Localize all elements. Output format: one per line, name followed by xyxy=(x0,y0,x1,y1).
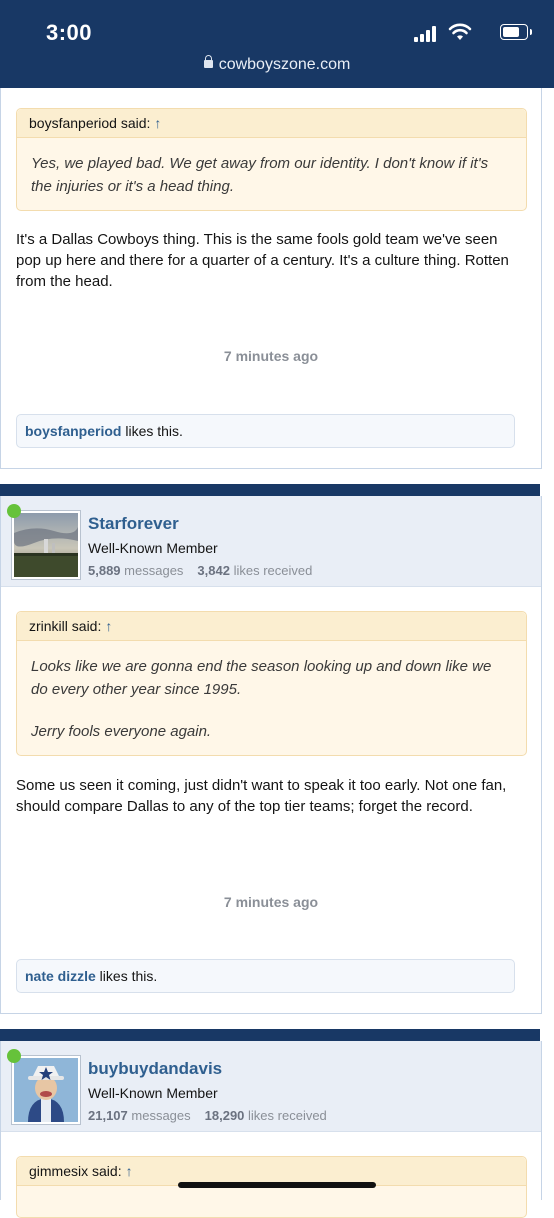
quote-block: boysfanperiod said: ↑ Yes, we played bad.… xyxy=(16,108,527,211)
likes-received-count: 18,290 xyxy=(204,1108,245,1123)
quote-block: zrinkill said: ↑ Looks like we are gonna … xyxy=(16,611,527,756)
quote-author[interactable]: zrinkill said: xyxy=(29,618,101,634)
post-timestamp[interactable]: 7 minutes ago xyxy=(1,894,541,910)
quote-jump-arrow-icon[interactable]: ↑ xyxy=(126,1163,133,1179)
wifi-icon xyxy=(448,23,472,40)
author-stats: 5,889 messages 3,842 likes received xyxy=(88,563,312,578)
avatar-mascot-icon xyxy=(14,1058,78,1122)
author-name[interactable]: Starforever xyxy=(88,514,179,534)
quote-header: boysfanperiod said: ↑ xyxy=(17,109,526,138)
quote-paragraph: Jerry fools everyone again. xyxy=(31,723,212,740)
online-status-icon xyxy=(7,504,21,518)
avatar-landscape-icon xyxy=(14,513,78,577)
liker-link[interactable]: boysfanperiod xyxy=(25,423,121,439)
quote-header: zrinkill said: ↑ xyxy=(17,612,526,641)
post-separator xyxy=(0,484,540,496)
messages-count: 21,107 xyxy=(88,1108,128,1123)
online-status-icon xyxy=(7,1049,21,1063)
avatar[interactable] xyxy=(11,1055,81,1125)
quote-text: Yes, we played bad. We get away from our… xyxy=(17,138,526,210)
lock-icon xyxy=(203,55,213,68)
messages-label: messages xyxy=(131,1108,191,1123)
quote-author[interactable]: boysfanperiod said: xyxy=(29,115,150,131)
post-divider xyxy=(1,1013,541,1014)
quote-text: Looks like we are gonna end the season l… xyxy=(17,641,526,755)
post-3: buybuydandavis Well-Known Member 21,107 … xyxy=(0,1041,542,1218)
browser-header: 3:00 cowboyszone.com xyxy=(0,0,554,88)
post-1: boysfanperiod said: ↑ Yes, we played bad.… xyxy=(0,88,542,469)
messages-count: 5,889 xyxy=(88,563,121,578)
author-title: Well-Known Member xyxy=(88,1085,218,1101)
quote-jump-arrow-icon[interactable]: ↑ xyxy=(105,618,112,634)
quote-jump-arrow-icon[interactable]: ↑ xyxy=(154,115,161,131)
liker-link[interactable]: nate dizzle xyxy=(25,968,96,984)
author-block: buybuydandavis Well-Known Member 21,107 … xyxy=(1,1041,541,1132)
post-body: Some us seen it coming, just didn't want… xyxy=(16,777,507,815)
url-text: cowboyszone.com xyxy=(218,56,351,73)
home-indicator[interactable] xyxy=(178,1182,376,1188)
author-block: Starforever Well-Known Member 5,889 mess… xyxy=(1,496,541,587)
author-name[interactable]: buybuydandavis xyxy=(88,1059,222,1079)
likes-suffix: likes this. xyxy=(95,968,158,984)
likes-received-count: 3,842 xyxy=(197,563,230,578)
post-separator xyxy=(0,1029,540,1041)
likes-summary: boysfanperiod likes this. xyxy=(16,414,515,448)
cellular-signal-icon xyxy=(414,26,440,42)
post-body: It's a Dallas Cowboys thing. This is the… xyxy=(16,231,509,290)
messages-label: messages xyxy=(124,563,184,578)
author-title: Well-Known Member xyxy=(88,540,218,556)
likes-summary: nate dizzle likes this. xyxy=(16,959,515,993)
quote-paragraph: Looks like we are gonna end the season l… xyxy=(31,658,492,698)
author-stats: 21,107 messages 18,290 likes received xyxy=(88,1108,327,1123)
likes-suffix: likes this. xyxy=(121,423,183,439)
post-divider xyxy=(1,468,541,469)
url-bar[interactable]: cowboyszone.com xyxy=(0,55,554,74)
battery-icon xyxy=(500,24,532,40)
avatar[interactable] xyxy=(11,510,81,580)
likes-received-label: likes received xyxy=(248,1108,327,1123)
likes-received-label: likes received xyxy=(233,563,313,578)
quote-author[interactable]: gimmesix said: xyxy=(29,1163,122,1179)
post-2: Starforever Well-Known Member 5,889 mess… xyxy=(0,496,542,1014)
quote-paragraph: Yes, we played bad. We get away from our… xyxy=(31,155,489,195)
status-time: 3:00 xyxy=(46,20,93,45)
post-timestamp[interactable]: 7 minutes ago xyxy=(1,348,541,364)
